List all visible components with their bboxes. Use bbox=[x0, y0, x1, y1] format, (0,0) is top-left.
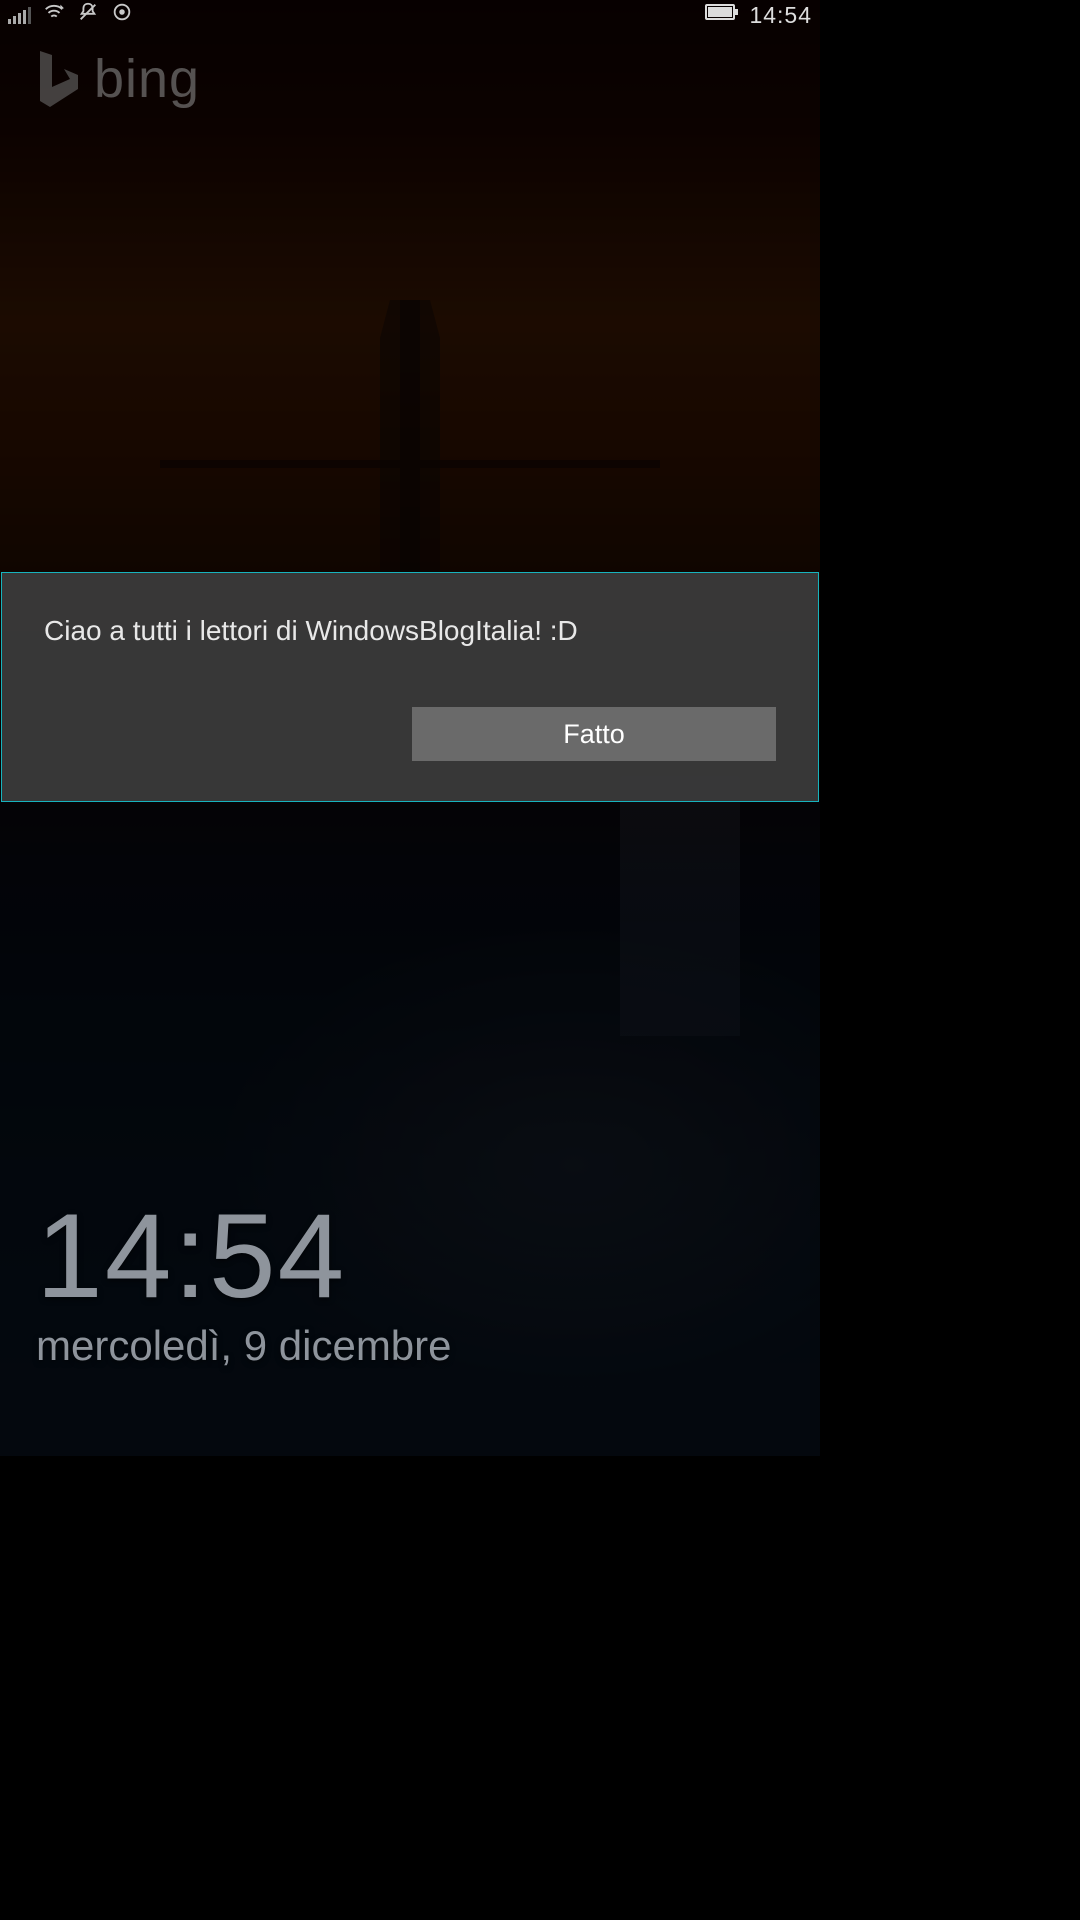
dialog-message: Ciao a tutti i lettori di WindowsBlogIta… bbox=[2, 615, 818, 707]
status-right: 14:54 bbox=[705, 2, 812, 29]
status-left bbox=[8, 1, 133, 29]
location-icon bbox=[111, 1, 133, 29]
statusbar-time: 14:54 bbox=[749, 2, 812, 29]
clock-time: 14:54 bbox=[36, 1196, 452, 1316]
done-button[interactable]: Fatto bbox=[412, 707, 776, 761]
lock-clock: 14:54 mercoledì, 9 dicembre bbox=[36, 1196, 452, 1370]
status-bar: 14:54 bbox=[0, 0, 820, 30]
bing-logo-text: bing bbox=[94, 48, 200, 110]
wifi-icon bbox=[43, 1, 65, 29]
bing-logo-icon bbox=[30, 49, 80, 109]
cellular-signal-icon bbox=[8, 6, 31, 24]
lock-screen-dialog: Ciao a tutti i lettori di WindowsBlogIta… bbox=[1, 572, 819, 802]
bing-logo-area: bing bbox=[30, 48, 200, 110]
dialog-button-row: Fatto bbox=[2, 707, 818, 761]
battery-full-icon bbox=[705, 3, 739, 27]
clock-date: mercoledì, 9 dicembre bbox=[36, 1322, 452, 1370]
ringer-silent-icon bbox=[77, 1, 99, 29]
